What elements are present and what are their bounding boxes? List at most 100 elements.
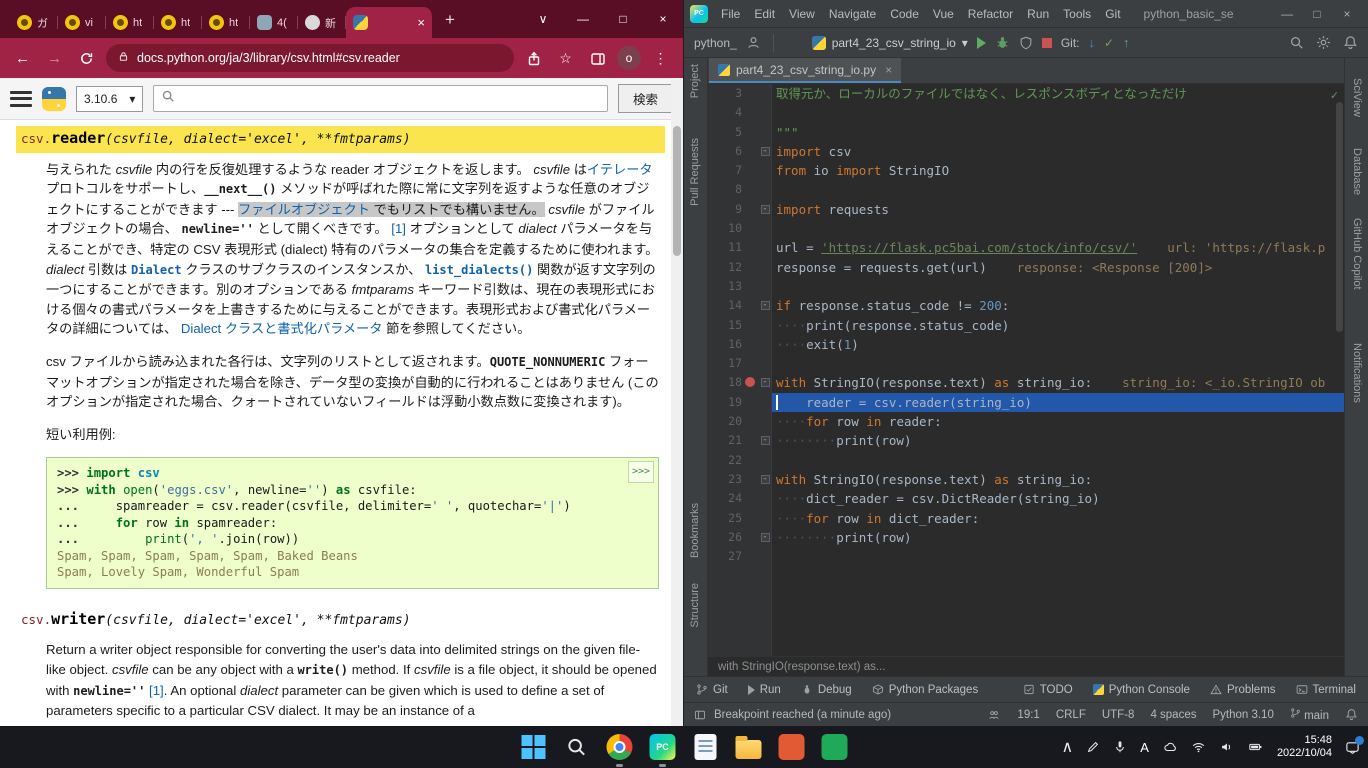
- code-text[interactable]: import csv: [772, 142, 1344, 161]
- line-number[interactable]: 27: [708, 547, 742, 566]
- line-number[interactable]: 6: [708, 142, 742, 161]
- code-text[interactable]: [772, 451, 1344, 470]
- search-everywhere-icon[interactable]: [1289, 35, 1304, 50]
- breakpoint-slot[interactable]: [742, 277, 758, 296]
- fold-slot[interactable]: [758, 489, 772, 508]
- caret-position[interactable]: 19:1: [1017, 709, 1039, 721]
- code-text[interactable]: with StringIO(response.text) as string_i…: [772, 373, 1344, 392]
- fold-slot[interactable]: [758, 258, 772, 277]
- code-editor[interactable]: 3取得元か、ローカルのファイルではなく、レスポンスボディとなっただけ45"""6…: [708, 84, 1344, 656]
- line-ending[interactable]: CRLF: [1056, 709, 1086, 721]
- code-line[interactable]: 10: [708, 219, 1344, 238]
- volume-icon[interactable]: [1219, 740, 1234, 754]
- back-button[interactable]: ←: [10, 50, 35, 67]
- browser-tab[interactable]: 新: [298, 7, 346, 38]
- fold-slot[interactable]: [758, 103, 772, 122]
- breakpoint-slot[interactable]: [742, 296, 758, 315]
- line-number[interactable]: 18: [708, 373, 742, 392]
- breakpoint-slot[interactable]: [742, 393, 758, 412]
- fold-slot[interactable]: [758, 277, 772, 296]
- close-button[interactable]: ×: [1332, 7, 1362, 21]
- line-number[interactable]: 21: [708, 431, 742, 450]
- fold-slot[interactable]: [758, 316, 772, 335]
- code-text[interactable]: ····print(response.status_code): [772, 316, 1344, 335]
- code-line[interactable]: 26-········print(row): [708, 528, 1344, 547]
- menu-refactor[interactable]: Refactor: [961, 7, 1020, 21]
- browser-tab[interactable]: ×: [346, 7, 432, 38]
- code-line[interactable]: 8: [708, 180, 1344, 199]
- git-branch[interactable]: main: [1290, 707, 1329, 722]
- close-button[interactable]: ×: [643, 12, 683, 26]
- breakpoint-slot[interactable]: [742, 219, 758, 238]
- debug-button[interactable]: [995, 35, 1010, 50]
- taskbar-green-app-button[interactable]: [820, 732, 850, 762]
- notifications-bell-icon[interactable]: [1343, 35, 1358, 50]
- ime-indicator[interactable]: A: [1140, 740, 1149, 755]
- address-bar[interactable]: docs.python.org/ja/3/library/csv.html#cs…: [106, 44, 514, 72]
- git-push-icon[interactable]: ↑: [1123, 35, 1130, 50]
- code-text[interactable]: ····exit(1): [772, 335, 1344, 354]
- microphone-icon[interactable]: [1113, 740, 1127, 754]
- start-button[interactable]: [519, 732, 549, 762]
- run-configuration-selector[interactable]: part4_23_csv_string_io ▾: [812, 36, 968, 50]
- toolwindow-todo[interactable]: TODO: [1023, 683, 1073, 696]
- code-line[interactable]: 7from io import StringIO: [708, 161, 1344, 180]
- breakpoint-slot[interactable]: [742, 180, 758, 199]
- fold-icon[interactable]: -: [761, 378, 770, 387]
- doc-link[interactable]: Dialect: [131, 263, 182, 277]
- fold-slot[interactable]: [758, 161, 772, 180]
- doc-link[interactable]: ファイルオブジェクト: [238, 202, 370, 217]
- docs-search-button[interactable]: 検索: [618, 84, 673, 113]
- tray-overflow-chevron-icon[interactable]: ∧: [1062, 737, 1074, 757]
- code-line[interactable]: 6-import csv: [708, 142, 1344, 161]
- fold-slot[interactable]: -: [758, 142, 772, 161]
- code-text[interactable]: response = requests.get(url)response: <R…: [772, 258, 1344, 277]
- code-line[interactable]: 16····exit(1): [708, 335, 1344, 354]
- scrollbar-thumb[interactable]: [673, 126, 681, 256]
- docs-search-input[interactable]: [181, 92, 600, 106]
- fold-slot[interactable]: -: [758, 200, 772, 219]
- fold-slot[interactable]: -: [758, 431, 772, 450]
- editor-scrollbar-thumb[interactable]: [1336, 102, 1343, 332]
- line-number[interactable]: 24: [708, 489, 742, 508]
- version-selector[interactable]: 3.10.6 ▾: [76, 86, 143, 112]
- taskbar-orange-app-button[interactable]: [777, 732, 807, 762]
- bookmark-star-icon[interactable]: ☆: [553, 50, 578, 67]
- stop-button[interactable]: [1042, 38, 1052, 48]
- editor-tab[interactable]: part4_23_csv_string_io.py ×: [709, 58, 901, 83]
- menu-code[interactable]: Code: [883, 7, 926, 21]
- menu-git[interactable]: Git: [1098, 7, 1127, 21]
- code-line[interactable]: 15····print(response.status_code): [708, 316, 1344, 335]
- taskbar-document-app-button[interactable]: [691, 732, 721, 762]
- fold-slot[interactable]: [758, 335, 772, 354]
- toolstrip-sciview[interactable]: SciView: [1351, 78, 1363, 117]
- code-line[interactable]: 3取得元か、ローカルのファイルではなく、レスポンスボディとなっただけ: [708, 84, 1344, 103]
- code-text[interactable]: [772, 103, 1344, 122]
- fold-slot[interactable]: [758, 393, 772, 412]
- menu-file[interactable]: File: [714, 7, 747, 21]
- doc-link[interactable]: Dialect クラスと書式化パラメータ: [181, 321, 383, 336]
- line-number[interactable]: 20: [708, 412, 742, 431]
- doc-link[interactable]: list_dialects(): [425, 263, 533, 277]
- fold-icon[interactable]: -: [761, 301, 770, 310]
- toolwindow-python-packages[interactable]: Python Packages: [872, 683, 979, 696]
- toolstrip-notifications[interactable]: Notifications: [1351, 343, 1363, 403]
- maximize-button[interactable]: □: [603, 12, 643, 26]
- fold-icon[interactable]: -: [761, 436, 770, 445]
- code-text[interactable]: ····reader = csv.reader(string_io): [772, 393, 1344, 412]
- code-line[interactable]: 23-with StringIO(response.text) as strin…: [708, 470, 1344, 489]
- fold-slot[interactable]: [758, 123, 772, 142]
- code-text[interactable]: [772, 219, 1344, 238]
- fold-slot[interactable]: [758, 509, 772, 528]
- fold-slot[interactable]: [758, 84, 772, 103]
- inspection-ok-icon[interactable]: ✓: [1331, 88, 1338, 102]
- code-line[interactable]: 13: [708, 277, 1344, 296]
- side-panel-icon[interactable]: [585, 49, 610, 66]
- code-line[interactable]: 5""": [708, 123, 1344, 142]
- line-number[interactable]: 11: [708, 238, 742, 257]
- fold-slot[interactable]: [758, 451, 772, 470]
- taskbar-chrome-button[interactable]: [605, 732, 635, 762]
- toolstrip-bookmarks[interactable]: Bookmarks: [689, 503, 701, 558]
- taskbar-file-explorer-button[interactable]: [734, 732, 764, 762]
- code-line[interactable]: 22: [708, 451, 1344, 470]
